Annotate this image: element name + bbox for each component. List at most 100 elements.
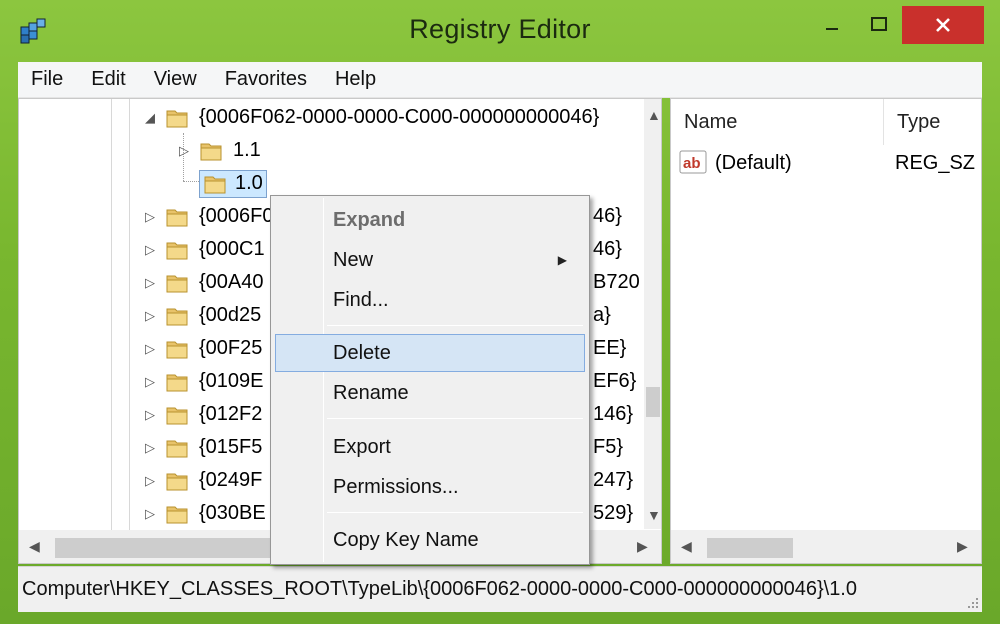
maximize-button[interactable] bbox=[856, 6, 902, 44]
svg-text:ab: ab bbox=[683, 155, 701, 172]
menu-bar: File Edit View Favorites Help bbox=[18, 62, 982, 98]
scrollbar-thumb[interactable] bbox=[646, 387, 660, 417]
folder-icon bbox=[166, 242, 188, 259]
expand-arrow-icon[interactable]: ▷ bbox=[143, 275, 157, 291]
menu-favorites[interactable]: Favorites bbox=[225, 68, 307, 91]
menu-item-permissions[interactable]: Permissions... bbox=[275, 468, 585, 506]
folder-icon bbox=[166, 341, 188, 358]
tree-item-sibling-key[interactable]: ▷ {030BE bbox=[143, 497, 266, 530]
close-button[interactable] bbox=[902, 6, 984, 44]
scrollbar-thumb[interactable] bbox=[55, 538, 295, 558]
tree-item-sibling-key[interactable]: ▷ {000C1 bbox=[143, 233, 265, 266]
column-header-type[interactable]: Type bbox=[884, 99, 981, 145]
folder-icon bbox=[166, 440, 188, 457]
tree-item-label-left: {0109E bbox=[199, 370, 264, 392]
tree-item-label-left: {00F25 bbox=[199, 337, 263, 359]
expand-arrow-icon[interactable]: ▷ bbox=[143, 506, 157, 522]
tree-item-label-left: {00A40 bbox=[199, 271, 264, 293]
expand-arrow-icon[interactable]: ▷ bbox=[143, 308, 157, 324]
string-value-icon: ab bbox=[679, 150, 707, 174]
menu-edit[interactable]: Edit bbox=[91, 68, 125, 91]
scroll-left-icon[interactable]: ◀ bbox=[29, 538, 40, 555]
tree-item-label-right: 146} bbox=[593, 403, 634, 425]
menu-item-label: Find... bbox=[333, 288, 389, 311]
value-type: REG_SZ bbox=[895, 151, 976, 174]
minimize-button[interactable] bbox=[808, 6, 856, 44]
tree-item-parent-key[interactable]: ◢ {0006F062-0000-0000-C000-000000000046} bbox=[143, 101, 599, 134]
menu-item-rename[interactable]: Rename bbox=[275, 374, 585, 412]
menu-item-new[interactable]: New ▶ bbox=[275, 241, 585, 279]
tree-item-label-left: {000C1 bbox=[199, 238, 265, 260]
scroll-down-icon[interactable]: ▼ bbox=[647, 507, 661, 523]
menu-item-label: Delete bbox=[333, 341, 391, 364]
scroll-left-icon[interactable]: ◀ bbox=[681, 538, 692, 555]
tree-vertical-scrollbar[interactable]: ▲ ▼ bbox=[644, 99, 661, 529]
tree-item-label-right: 46} bbox=[593, 205, 622, 227]
tree-item-label-left: {015F5 bbox=[199, 436, 263, 458]
menu-item-label: Expand bbox=[333, 208, 406, 231]
resize-grip-icon[interactable] bbox=[966, 596, 980, 610]
folder-icon bbox=[166, 374, 188, 391]
tree-item-sibling-key[interactable]: ▷ {0006F0 bbox=[143, 200, 274, 233]
expand-arrow-icon[interactable]: ▷ bbox=[143, 407, 157, 423]
context-menu: Expand New ▶ Find... Delete Rename Expor… bbox=[270, 195, 590, 565]
folder-icon bbox=[166, 275, 188, 292]
tree-item-label-right: 46} bbox=[593, 238, 622, 260]
scroll-up-icon[interactable]: ▲ bbox=[647, 107, 661, 123]
menu-item-export[interactable]: Export bbox=[275, 428, 585, 466]
expand-arrow-icon[interactable]: ▷ bbox=[177, 143, 191, 159]
tree-item-sibling-key[interactable]: ▷ {012F2 bbox=[143, 398, 262, 431]
menu-item-expand: Expand bbox=[275, 201, 585, 239]
collapse-arrow-icon[interactable]: ◢ bbox=[143, 110, 157, 126]
folder-icon bbox=[166, 473, 188, 490]
folder-icon bbox=[166, 209, 188, 226]
submenu-arrow-icon: ▶ bbox=[557, 253, 567, 267]
menu-separator bbox=[327, 418, 583, 419]
tree-item-label-left: {030BE bbox=[199, 502, 266, 524]
folder-icon bbox=[166, 308, 188, 325]
expand-arrow-icon[interactable]: ▷ bbox=[143, 440, 157, 456]
tree-item-sibling-key[interactable]: ▷ {0249F bbox=[143, 464, 262, 497]
menu-item-label: Export bbox=[333, 435, 391, 458]
expand-arrow-icon[interactable]: ▷ bbox=[143, 209, 157, 225]
expand-arrow-icon[interactable]: ▷ bbox=[143, 242, 157, 258]
expand-arrow-icon[interactable]: ▷ bbox=[143, 473, 157, 489]
tree-item-label-left: {012F2 bbox=[199, 403, 263, 425]
tree-item-label: {0006F062-0000-0000-C000-000000000046} bbox=[199, 106, 600, 128]
menu-item-label: Rename bbox=[333, 381, 409, 404]
tree-item-label: 1.1 bbox=[233, 139, 261, 161]
menu-help[interactable]: Help bbox=[335, 68, 376, 91]
expand-arrow-icon[interactable]: ▷ bbox=[143, 374, 157, 390]
menu-separator bbox=[327, 512, 583, 513]
scroll-right-icon[interactable]: ▶ bbox=[637, 538, 648, 555]
status-bar: Computer\HKEY_CLASSES_ROOT\TypeLib\{0006… bbox=[18, 566, 982, 612]
menu-view[interactable]: View bbox=[154, 68, 197, 91]
tree-item-label-right: EF6} bbox=[593, 370, 637, 392]
tree-item-sibling-key[interactable]: ▷ {015F5 bbox=[143, 431, 262, 464]
value-row-default[interactable]: ab (Default) bbox=[679, 147, 792, 179]
folder-open-icon bbox=[166, 110, 188, 127]
folder-icon bbox=[200, 143, 222, 160]
tree-item-label-left: {00d25 bbox=[199, 304, 262, 326]
tree-item-child-1-0-selected[interactable]: 1.0 bbox=[199, 167, 267, 200]
tree-item-sibling-key[interactable]: ▷ {00F25 bbox=[143, 332, 262, 365]
column-header-name[interactable]: Name bbox=[671, 99, 884, 145]
title-bar[interactable]: Registry Editor bbox=[0, 0, 1000, 62]
menu-item-label: Permissions... bbox=[333, 475, 459, 498]
menu-item-copy-key-name[interactable]: Copy Key Name bbox=[275, 521, 585, 559]
expand-arrow-icon[interactable]: ▷ bbox=[143, 341, 157, 357]
tree-item-sibling-key[interactable]: ▷ {00d25 bbox=[143, 299, 261, 332]
values-pane[interactable]: Name Type ab (Default) REG_SZ ◀ ▶ bbox=[670, 98, 982, 564]
scroll-right-icon[interactable]: ▶ bbox=[957, 538, 968, 555]
menu-item-delete[interactable]: Delete bbox=[275, 334, 585, 372]
menu-item-find[interactable]: Find... bbox=[275, 281, 585, 319]
tree-guide-line bbox=[129, 99, 130, 530]
menu-file[interactable]: File bbox=[31, 68, 63, 91]
values-horizontal-scrollbar[interactable]: ◀ ▶ bbox=[671, 530, 981, 563]
tree-item-sibling-key[interactable]: ▷ {00A40 bbox=[143, 266, 264, 299]
tree-item-child-1-1[interactable]: ▷ 1.1 bbox=[177, 134, 261, 167]
folder-icon bbox=[166, 506, 188, 523]
tree-item-sibling-key[interactable]: ▷ {0109E bbox=[143, 365, 264, 398]
menu-item-label: Copy Key Name bbox=[333, 528, 479, 551]
scrollbar-thumb[interactable] bbox=[707, 538, 793, 558]
